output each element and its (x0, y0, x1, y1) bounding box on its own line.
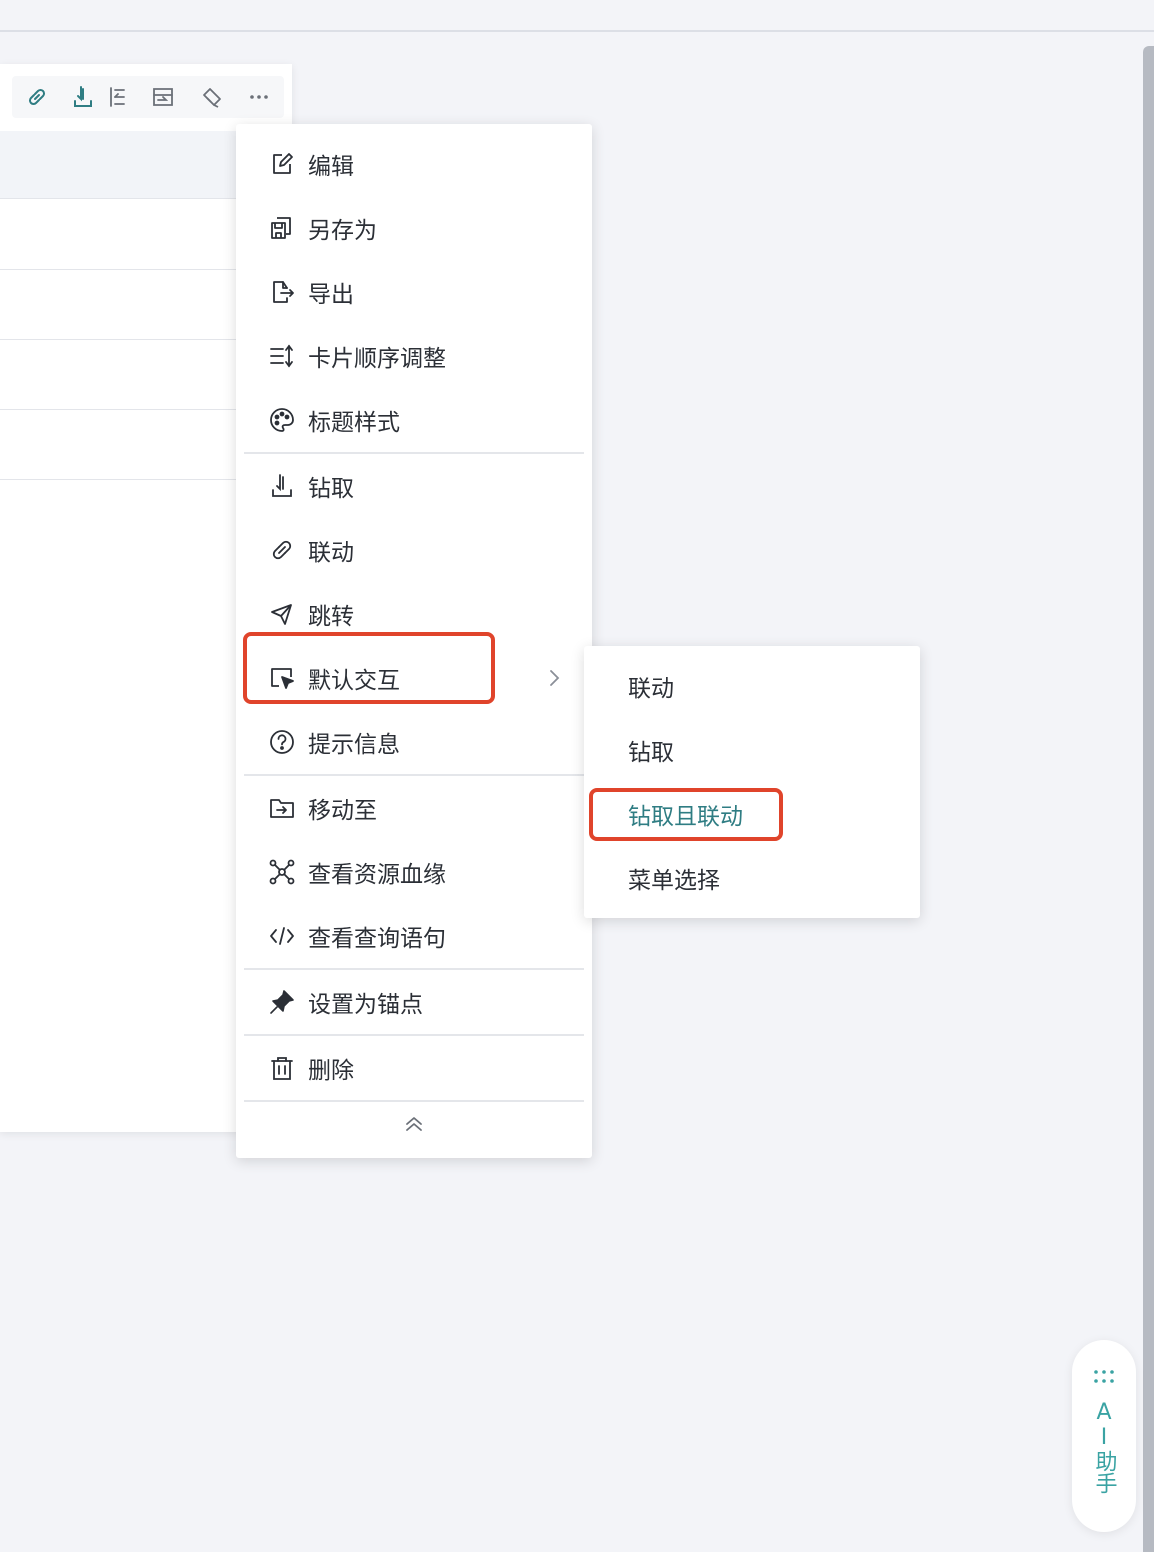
card-toolbar (12, 76, 284, 118)
card-context-menu: 编辑 另存为 导出 卡片顺序调整 标题样式 钻取 联动 跳转 默认交互 提示信息… (236, 124, 592, 1158)
submenu-item-label: 菜单选择 (628, 868, 720, 894)
menu-item-default-interaction[interactable]: 默认交互 (244, 646, 584, 710)
menu-item-label: 查看查询语句 (308, 926, 446, 952)
menu-item-label: 查看资源血缘 (308, 862, 446, 888)
more-icon[interactable] (246, 85, 272, 109)
submenu-item-link[interactable]: 联动 (584, 654, 920, 718)
submenu-item-drill[interactable]: 钻取 (584, 718, 920, 782)
menu-item-label: 另存为 (308, 218, 377, 244)
menu-item-card-order[interactable]: 卡片顺序调整 (244, 324, 584, 388)
menu-item-drill[interactable]: 钻取 (244, 454, 584, 518)
submenu-item-menu-select[interactable]: 菜单选择 (584, 846, 920, 910)
brush-icon[interactable] (198, 85, 224, 109)
drag-dots-icon (1094, 1370, 1114, 1383)
menu-item-export[interactable]: 导出 (244, 260, 584, 324)
menu-item-move-to[interactable]: 移动至 (244, 776, 584, 840)
export-icon (266, 276, 298, 308)
page-scrollbar[interactable] (1143, 46, 1154, 1552)
menu-item-label: 卡片顺序调整 (308, 346, 446, 372)
menu-item-link[interactable]: 联动 (244, 518, 584, 582)
submenu-item-drill-and-link[interactable]: 钻取且联动 (584, 782, 920, 846)
menu-item-save-as[interactable]: 另存为 (244, 196, 584, 260)
menu-item-label: 联动 (308, 540, 354, 566)
palette-icon (266, 404, 298, 436)
menu-divider (244, 1100, 584, 1102)
menu-item-anchor[interactable]: 设置为锚点 (244, 970, 584, 1034)
menu-item-delete[interactable]: 删除 (244, 1036, 584, 1100)
chevron-right-icon (550, 670, 560, 686)
link-icon[interactable] (24, 85, 50, 109)
pin-icon (266, 986, 298, 1018)
collapse-up-icon[interactable] (402, 1112, 426, 1136)
menu-item-label: 删除 (308, 1058, 354, 1084)
align-icon[interactable] (104, 85, 130, 109)
menu-item-label: 标题样式 (308, 410, 400, 436)
menu-item-label: 默认交互 (308, 668, 400, 694)
menu-item-label: 编辑 (308, 154, 354, 180)
drill-icon (266, 470, 298, 502)
menu-item-label: 移动至 (308, 798, 377, 824)
trash-icon (266, 1052, 298, 1084)
ai-assistant-label: AI助手 (1091, 1400, 1117, 1494)
cursor-icon (266, 662, 298, 694)
menu-item-label: 提示信息 (308, 732, 400, 758)
default-interaction-submenu: 联动 钻取 钻取且联动 菜单选择 (584, 646, 920, 918)
switch-icon[interactable] (150, 85, 176, 109)
save-as-icon (266, 212, 298, 244)
submenu-item-label: 联动 (628, 676, 674, 702)
menu-item-label: 跳转 (308, 604, 354, 630)
help-icon (266, 726, 298, 758)
ai-assistant-button[interactable]: AI助手 (1072, 1340, 1136, 1532)
menu-item-title-style[interactable]: 标题样式 (244, 388, 584, 452)
send-icon (266, 598, 298, 630)
drill-icon[interactable] (70, 85, 96, 109)
menu-item-lineage[interactable]: 查看资源血缘 (244, 840, 584, 904)
link-icon (266, 534, 298, 566)
menu-item-tooltip[interactable]: 提示信息 (244, 710, 584, 774)
menu-item-query[interactable]: 查看查询语句 (244, 904, 584, 968)
move-folder-icon (266, 792, 298, 824)
menu-item-label: 钻取 (308, 476, 354, 502)
edit-icon (266, 148, 298, 180)
menu-item-jump[interactable]: 跳转 (244, 582, 584, 646)
submenu-item-label: 钻取 (628, 740, 674, 766)
code-icon (266, 920, 298, 952)
submenu-item-label: 钻取且联动 (628, 804, 743, 830)
lineage-icon (266, 856, 298, 888)
menu-item-label: 导出 (308, 282, 354, 308)
top-bar (0, 0, 1154, 32)
menu-item-edit[interactable]: 编辑 (244, 132, 584, 196)
menu-item-label: 设置为锚点 (308, 992, 423, 1018)
sort-icon (266, 340, 298, 372)
